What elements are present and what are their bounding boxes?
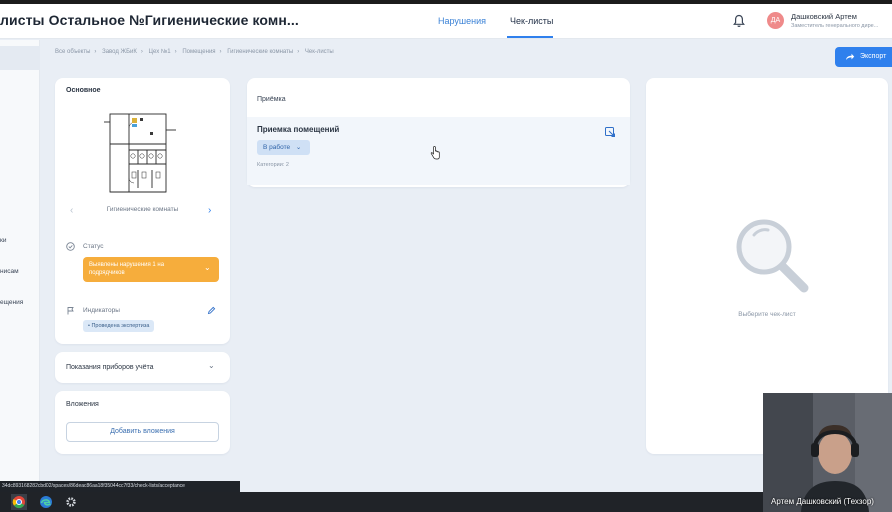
taskbar [0, 492, 892, 512]
export-button[interactable]: Экспорт [835, 47, 892, 67]
gear-icon[interactable] [63, 494, 79, 510]
breadcrumb-separator: › [94, 49, 97, 55]
breadcrumb-separator: › [174, 49, 177, 55]
status-badge-label: В работе [263, 144, 291, 151]
page-title: листы Остальное №Гигиенические комн... [0, 12, 299, 28]
section-title: Приёмка [257, 96, 286, 103]
flag-icon [67, 307, 74, 315]
status-select[interactable]: Выявлены нарушения 1 на подрядчиков [83, 257, 219, 282]
chrome-icon[interactable] [11, 494, 27, 510]
app-header: листы Остальное №Гигиенические комн... Н… [0, 4, 892, 39]
plan-caption: Гигиенические комнаты [106, 206, 179, 213]
export-label: Экспорт [860, 53, 887, 60]
indicator-tag-label: Проведена экспертиза [91, 323, 150, 329]
user-role: Заместитель генерального дире... [791, 23, 879, 29]
card-title: Основное [66, 87, 101, 94]
chevron-down-icon: ⌄ [204, 263, 211, 272]
breadcrumb-separator: › [219, 49, 222, 55]
active-tab-indicator [507, 36, 553, 38]
tab-checklists[interactable]: Чек-листы [510, 16, 553, 26]
indicator-tag[interactable]: • Проведена экспертиза [83, 320, 155, 332]
status-check-icon [66, 242, 75, 251]
checklist-title[interactable]: Приемка помещений [257, 125, 339, 134]
breadcrumb-separator: › [297, 49, 300, 55]
status-label: Статус [83, 243, 104, 250]
export-icon [846, 53, 855, 60]
status-badge[interactable]: В работе ⌄ [257, 140, 310, 155]
avatar[interactable]: ДА [767, 12, 784, 29]
chevron-down-icon[interactable]: ⌄ [208, 361, 215, 370]
breadcrumb-item[interactable]: Цех №1 [149, 49, 171, 55]
sidebar-item[interactable]: ки [0, 237, 6, 244]
add-attachment-button[interactable]: Добавить вложения [66, 422, 219, 442]
sidebar-item[interactable]: нисам [0, 268, 19, 275]
meters-title: Показания приборов учёта [66, 364, 154, 371]
search-icon [736, 219, 809, 293]
chevron-right-icon[interactable]: › [208, 205, 211, 216]
categories-count: Категории: 2 [257, 162, 289, 168]
open-checklist-icon[interactable] [604, 126, 616, 138]
breadcrumb-item[interactable]: Завод ЖБиК [102, 49, 137, 55]
edge-icon[interactable] [38, 494, 54, 510]
breadcrumb-item[interactable]: Гигиенические комнаты [227, 49, 293, 55]
hand-cursor-icon [430, 146, 440, 160]
breadcrumb-item[interactable]: Все объекты [55, 49, 90, 55]
chevron-down-icon: ⌄ [295, 144, 302, 151]
indicators-label: Индикаторы [83, 307, 120, 314]
sidebar: ки нисам ещения [0, 40, 40, 492]
breadcrumb: Все объекты › Завод ЖБиК › Цех №1 › Помещен… [55, 49, 334, 55]
webcam-overlay: Артем Дашковский (Техзор) [763, 393, 892, 512]
webcam-caption: Артем Дашковский (Техзор) [771, 497, 874, 506]
sidebar-active-item[interactable] [0, 46, 40, 70]
sidebar-item[interactable]: ещения [0, 299, 23, 306]
attachments-title: Вложения [66, 401, 99, 408]
status-bar-url: 34dc893168282cbd02/spaces/86deac86aa18f3… [0, 481, 240, 492]
breadcrumb-item[interactable]: Помещения [182, 49, 215, 55]
user-name[interactable]: Дашковский Артем [791, 12, 857, 21]
floor-plan-image[interactable] [102, 108, 178, 194]
bell-icon[interactable] [733, 14, 745, 28]
tab-violations[interactable]: Нарушения [438, 16, 486, 26]
breadcrumb-separator: › [140, 49, 143, 55]
webcam-video [763, 393, 892, 512]
breadcrumb-item-current: Чек-листы [304, 49, 334, 55]
empty-state-text: Выберите чек-лист [738, 311, 796, 318]
pencil-icon[interactable] [207, 306, 216, 315]
